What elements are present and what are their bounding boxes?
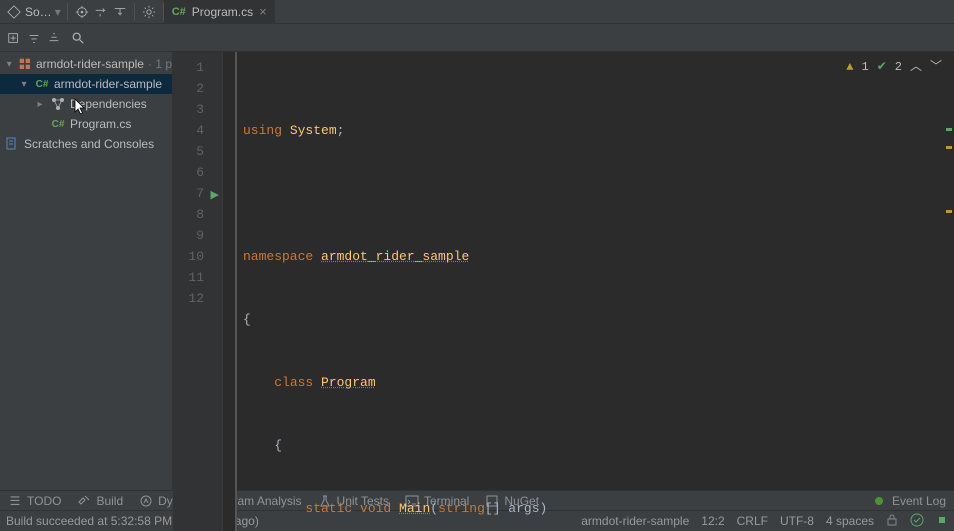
chevron-down-icon: ▾ [18,79,30,90]
chevron-right-icon: ▸ [34,99,46,110]
add-icon[interactable] [6,30,22,46]
warning-icon: ▲ [846,57,853,78]
chevron-down-icon: ▾ [55,5,61,19]
run-gutter-icon[interactable]: ▶ [211,186,219,207]
close-tab-icon[interactable]: × [259,5,267,18]
target-icon[interactable] [74,4,90,20]
chevron-down-icon: ▾ [4,59,14,70]
chevron-up-icon[interactable]: ︿ [910,57,922,78]
inspection-tray[interactable]: ▲1 ✔2 ︿ ﹀ [846,57,942,78]
csharp-file-icon: C# [50,116,66,132]
hammer-icon [77,494,91,508]
fold-strip [223,52,237,531]
tree-label: armdot-rider-sample [36,57,144,71]
csharp-icon: C# [172,6,186,18]
mouse-cursor-icon [74,98,86,116]
tree-label: Scratches and Consoles [24,137,154,151]
line-gutter: 123456789101112 ▶ [173,52,223,531]
editor-tab[interactable]: C# Program.cs × [164,0,275,24]
project-toolbar [0,24,954,52]
tool-todo[interactable]: ☰TODO [0,494,69,508]
collapse-icon[interactable] [46,30,62,46]
project-sidebar: ▾ armdot-rider-sample · 1 p ▾ C# armdot-… [0,52,173,490]
search-icon[interactable] [70,30,86,46]
tree-solution-root[interactable]: ▾ armdot-rider-sample · 1 p [0,54,172,74]
code-editor[interactable]: 123456789101112 ▶ using System; namespac… [173,52,954,490]
settings-gear-icon[interactable] [141,4,157,20]
tree-label: Program.cs [70,117,131,131]
tool-build[interactable]: Build [69,494,131,508]
error-stripe[interactable] [944,52,954,531]
chevron-down-icon[interactable]: ﹀ [930,57,942,78]
expand-icon[interactable] [26,30,42,46]
tree-label: armdot-rider-sample [54,77,162,91]
main-toolbar: So…▾ C# Program.cs × [0,0,954,24]
rider-logo-icon [6,4,22,20]
tab-filename: Program.cs [192,5,253,19]
solution-icon [18,56,32,72]
step-over-icon[interactable] [93,4,109,20]
todo-icon: ☰ [8,494,22,508]
scratches-icon [4,136,20,152]
tree-suffix: · 1 p [148,57,172,71]
tree-dependencies[interactable]: ▸ Dependencies [0,94,172,114]
dependencies-icon [50,96,66,112]
code-area[interactable]: using System; namespace armdot_rider_sam… [237,52,954,531]
check-icon: ✔ [877,57,887,78]
tree-file[interactable]: C# Program.cs [0,114,172,134]
config-dropdown[interactable]: So… [25,5,52,19]
tree-scratches[interactable]: Scratches and Consoles [0,134,172,154]
csproj-icon: C# [34,76,50,92]
tree-project[interactable]: ▾ C# armdot-rider-sample [0,74,172,94]
step-into-icon[interactable] [112,4,128,20]
analysis-icon [139,494,153,508]
